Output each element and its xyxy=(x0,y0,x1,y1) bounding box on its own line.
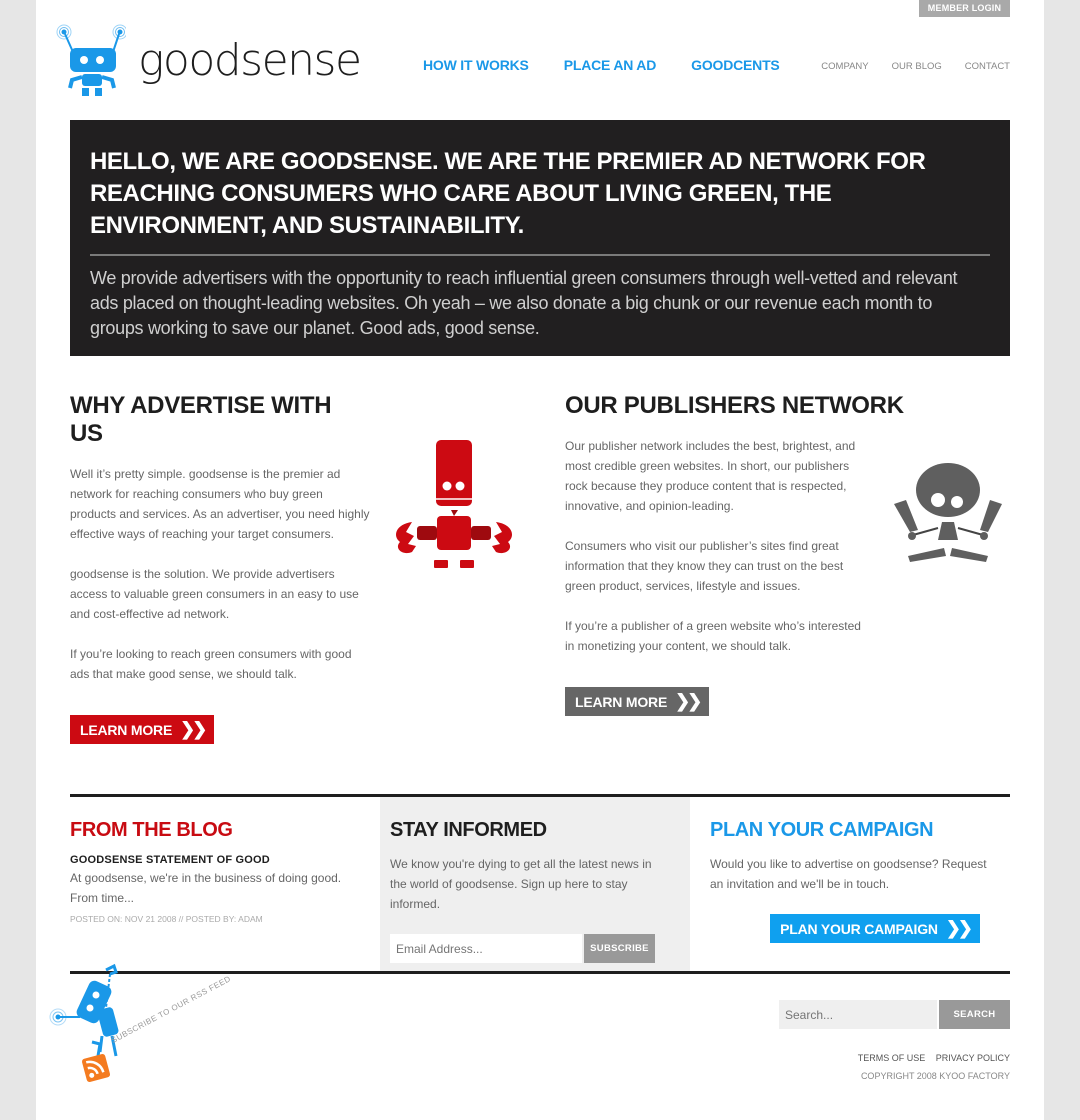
why-advertise-paragraph: If you’re looking to reach green consume… xyxy=(70,647,352,681)
stay-informed-title: STAY INFORMED xyxy=(390,819,547,841)
member-login-button[interactable]: MEMBER LOGIN xyxy=(919,0,1010,17)
privacy-policy-link[interactable]: PRIVACY POLICY xyxy=(936,1053,1010,1063)
nav-company[interactable]: COMPANY xyxy=(821,61,868,72)
plan-campaign-title: PLAN YOUR CAMPAIGN xyxy=(710,819,934,841)
why-advertise-title: WHY ADVERTISE WITH US xyxy=(70,392,332,447)
button-label: LEARN MORE xyxy=(80,721,173,738)
stay-informed-column: STAY INFORMED We know you're dying to ge… xyxy=(380,797,690,971)
publishers-paragraph: Our publisher network includes the best,… xyxy=(565,439,856,513)
rss-icon xyxy=(81,1053,111,1083)
subscribe-form: SUBSCRIBE xyxy=(390,934,670,963)
gray-robot-mascot-icon xyxy=(894,463,1002,562)
nav-our-blog[interactable]: OUR BLOG xyxy=(892,61,942,72)
nav-place-an-ad[interactable]: PLACE AN AD xyxy=(564,57,657,73)
plan-campaign-body: Would you like to advertise on goodsense… xyxy=(710,857,987,891)
secondary-nav: COMPANY OUR BLOG CONTACT xyxy=(798,61,1010,72)
blog-post-meta: POSTED ON: NOV 21 2008 // POSTED BY: ADA… xyxy=(70,914,263,924)
stay-informed-body: We know you're dying to get all the late… xyxy=(390,857,652,911)
red-robot-mascot-icon xyxy=(396,440,512,568)
search-input[interactable] xyxy=(779,1000,937,1029)
plan-campaign-column: PLAN YOUR CAMPAIGN Would you like to adv… xyxy=(690,797,1010,971)
button-label: LEARN MORE xyxy=(575,693,668,710)
search-button[interactable]: SEARCH xyxy=(939,1000,1010,1029)
why-advertise-section: WHY ADVERTISE WITH US Well it’s pretty s… xyxy=(70,392,370,744)
background-pattern-left xyxy=(0,0,36,1120)
advertise-learn-more-button[interactable]: LEARN MORE ❯❯ xyxy=(70,715,215,744)
main-nav: HOW IT WORKS PLACE AN AD GOODCENTS xyxy=(423,57,815,73)
publishers-learn-more-button[interactable]: LEARN MORE ❯❯ xyxy=(565,687,710,716)
publishers-paragraph: If you’re a publisher of a green website… xyxy=(565,619,861,653)
background-pattern-right xyxy=(1044,0,1080,1120)
copyright: COPYRIGHT 2008 KYOO FACTORY xyxy=(860,1071,1010,1081)
logo[interactable]: goodsense xyxy=(56,22,362,98)
logo-wordmark: goodsense xyxy=(138,34,362,86)
terms-of-use-link[interactable]: TERMS OF USE xyxy=(858,1053,926,1063)
double-chevron-right-icon: ❯❯ xyxy=(675,691,702,711)
blog-title: FROM THE BLOG xyxy=(70,819,233,841)
button-label: PLAN YOUR CAMPAIGN xyxy=(780,920,938,937)
nav-contact[interactable]: CONTACT xyxy=(965,61,1010,72)
footer-links: TERMS OF USE PRIVACY POLICY xyxy=(850,1053,1010,1063)
robot-mascot-logo-icon xyxy=(56,24,126,96)
nav-how-it-works[interactable]: HOW IT WORKS xyxy=(423,57,529,73)
why-advertise-paragraph: Well it’s pretty simple. goodsense is th… xyxy=(70,467,370,541)
double-chevron-right-icon: ❯❯ xyxy=(180,719,207,739)
blog-column: FROM THE BLOG GOODSENSE STATEMENT OF GOO… xyxy=(70,797,380,971)
page: MEMBER LOGIN goodsense HOW IT WORKS PLAC… xyxy=(36,0,1044,1120)
publishers-paragraph: Consumers who visit our publisher’s site… xyxy=(565,539,844,593)
hero-banner: HELLO, WE ARE GOODSENSE. WE ARE THE PREM… xyxy=(70,120,1010,356)
search-form: SEARCH xyxy=(779,1000,1010,1029)
nav-goodcents[interactable]: GOODCENTS xyxy=(691,57,780,73)
hero-body: We provide advertisers with the opportun… xyxy=(90,268,958,338)
why-advertise-paragraph: goodsense is the solution. We provide ad… xyxy=(70,567,359,621)
double-chevron-right-icon: ❯❯ xyxy=(945,918,973,938)
blog-post-title[interactable]: GOODSENSE STATEMENT OF GOOD xyxy=(70,854,360,866)
publishers-title: OUR PUBLISHERS NETWORK xyxy=(565,392,904,419)
rss-robot-mascot-icon[interactable] xyxy=(44,960,144,1085)
hero-divider xyxy=(90,254,990,256)
blog-post-excerpt: At goodsense, we're in the business of d… xyxy=(70,871,342,905)
subscribe-button[interactable]: SUBSCRIBE xyxy=(584,934,655,963)
publishers-section: OUR PUBLISHERS NETWORK Our publisher net… xyxy=(565,392,904,716)
email-input[interactable] xyxy=(390,934,582,963)
plan-campaign-button[interactable]: PLAN YOUR CAMPAIGN ❯❯ xyxy=(770,914,980,943)
divider xyxy=(70,971,1010,974)
hero-headline: HELLO, WE ARE GOODSENSE. WE ARE THE PREM… xyxy=(90,148,926,239)
